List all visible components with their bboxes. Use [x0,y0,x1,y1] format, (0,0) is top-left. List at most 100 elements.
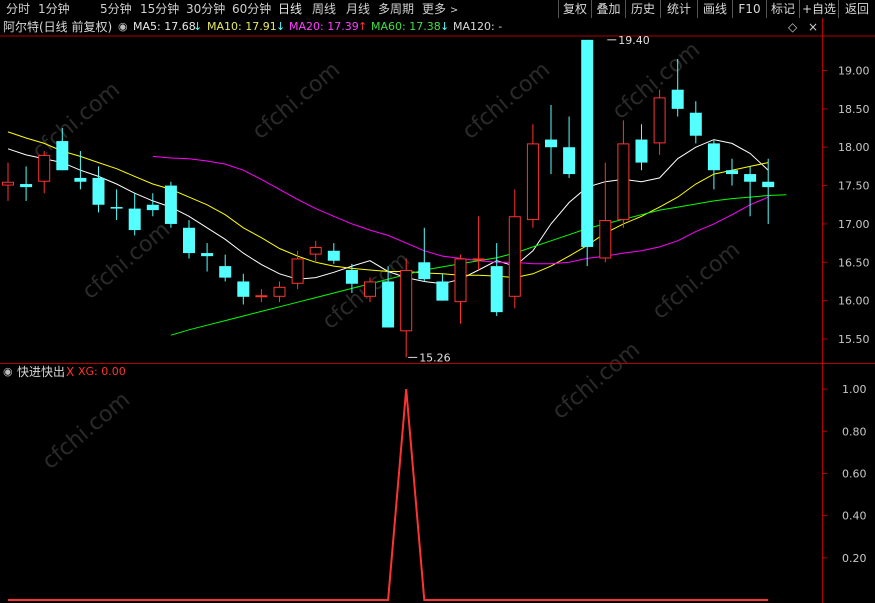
down-candle [581,39,594,267]
chart-frame [0,18,875,603]
up-candle [508,189,521,309]
candle-body [508,216,521,297]
indicator-tick-label: 0.80 [842,425,867,438]
price-tick-label: 17.00 [838,218,870,231]
up-candle [472,216,485,270]
candle-body [653,97,666,144]
candle-body [146,204,159,211]
up-candle [617,120,630,228]
candle-body [2,181,14,186]
up-candle [255,289,268,303]
price-tick-label: 17.50 [838,180,870,193]
down-candle [327,243,340,264]
candle-body [364,281,376,297]
down-candle [74,151,87,190]
up-candle [2,162,14,201]
indicator-tick-label: 0.20 [842,552,867,565]
price-tick-label: 18.00 [838,141,870,154]
up-candle [309,240,322,263]
down-candle [689,101,702,144]
candle-body [545,139,557,148]
candle-body [164,185,177,224]
up-candle [38,151,51,194]
down-candle [128,193,141,236]
candle-body [526,143,539,221]
candle-body [418,262,431,280]
indicator-tick-label: 0.40 [842,510,867,523]
candle-body [273,286,286,297]
watermark-text: cfchi.com [548,337,645,424]
indicator-tick-label: 1.00 [842,383,867,396]
candle-body [345,269,358,284]
down-candle [201,243,214,272]
down-candle [707,139,720,190]
annotation-label: 15.26 [419,351,451,364]
candle-body [201,253,214,257]
watermark-text: cfchi.com [38,387,135,474]
down-candle [219,254,232,282]
candle-body [454,258,467,303]
watermark-text: cfchi.com [458,57,555,144]
candle-body [56,141,69,171]
price-axis: 15.50 16.00 16.50 17.00 17.50 18.00 18.50 19.00 [822,65,870,346]
kline-chart: cfchi.com cfchi.com cfchi.comcfchi.com cfch… [0,18,875,603]
candle-body [382,281,395,328]
candle-body [436,281,449,301]
down-candle [164,181,177,228]
candle-body [183,227,195,254]
candle-body [400,269,413,332]
down-candle [635,124,648,171]
watermark-text: cfchi.com [248,57,345,144]
candle-body [726,170,738,175]
down-candle [418,227,431,282]
down-candle [20,166,33,201]
up-candle [454,254,467,324]
candle-body [327,250,340,261]
down-candle [146,193,159,217]
up-candle [526,124,539,228]
candle-body [472,258,485,261]
watermark-text: cfchi.com [28,77,125,164]
down-candle [490,243,503,316]
down-candle [436,273,449,301]
price-tick-label: 18.50 [838,103,870,116]
ma20-line [152,155,769,265]
candle-body [617,143,630,221]
xg-line [8,389,769,601]
down-candle [762,158,775,224]
candle-body [581,39,594,247]
indicator-pane: 0.20 0.40 0.60 0.80 1.00 [8,383,867,601]
candle-body [599,220,612,259]
price-tick-label: 16.50 [838,256,870,269]
down-candle [237,273,250,305]
watermark-text: cfchi.com [648,237,745,324]
candle-body [707,143,720,171]
candle-body [128,208,141,231]
candle-body [671,89,684,109]
up-candle [599,162,612,263]
price-tick-label: 19.00 [838,65,870,78]
up-candle [273,281,286,303]
candle-body [20,184,33,188]
candle-body [74,177,87,182]
down-candle [545,105,557,175]
up-candle [653,89,666,155]
indicator-tick-label: 0.60 [842,467,867,480]
candle-body [219,266,232,278]
candle-body [762,181,775,188]
candle-body [309,246,322,255]
price-tick-label: 15.50 [838,333,870,346]
down-candle [92,166,105,213]
candle-body [291,258,304,284]
watermark-text: cfchi.com [78,217,175,304]
candle-body [92,177,105,205]
annotation-label: 19.40 [618,34,650,47]
price-tick-label: 16.00 [838,295,870,308]
down-candle [563,116,576,178]
candle-body [490,266,503,313]
up-candle [291,250,304,290]
down-candle [744,166,757,217]
candle-body [255,295,268,298]
watermark-layer: cfchi.com cfchi.com cfchi.comcfchi.com cfch… [28,37,745,474]
candle-body [563,147,576,175]
